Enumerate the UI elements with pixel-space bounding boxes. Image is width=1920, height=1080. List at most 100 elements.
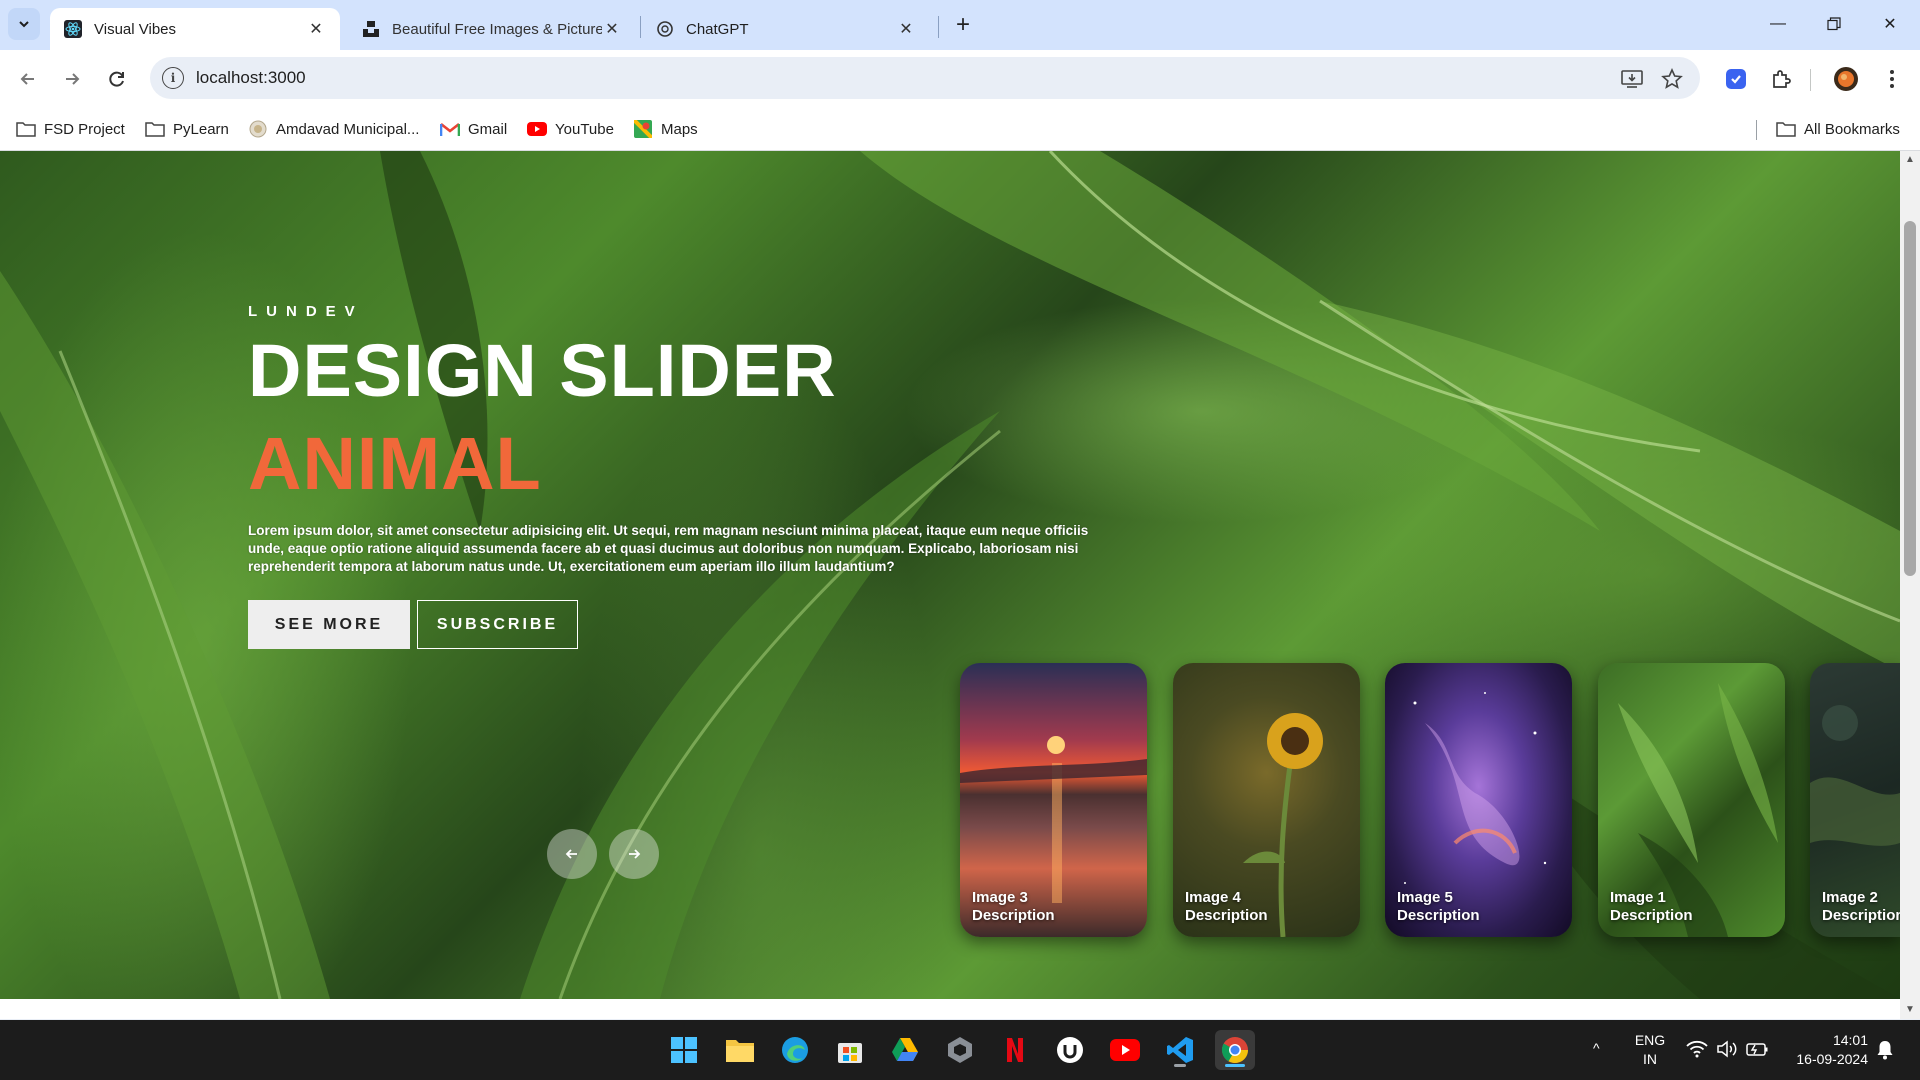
bookmark-label: Maps [661, 120, 698, 138]
bookmark-label: YouTube [555, 120, 614, 138]
thumbnail-caption: Image 4 Description [1185, 889, 1268, 925]
new-tab-button[interactable]: + [950, 11, 976, 38]
bookmark-maps[interactable]: Maps [633, 116, 698, 142]
google-drive-icon[interactable] [885, 1030, 925, 1070]
youtube-icon[interactable] [1105, 1030, 1145, 1070]
chatgpt-icon [656, 20, 674, 38]
slide-buttons: SEE MORE SUBSCRIBE [248, 600, 1108, 649]
thumbnail-title: Image 3 [972, 889, 1028, 906]
chrome-icon[interactable] [1215, 1030, 1255, 1070]
close-tab-icon[interactable]: ✕ [602, 19, 622, 39]
bookmark-gmail[interactable]: Gmail [440, 116, 507, 142]
restore-icon [1827, 17, 1841, 31]
site-info-icon[interactable]: i [162, 67, 184, 89]
clock-time: 14:01 [1832, 1032, 1868, 1048]
thumbnail-title: Image 1 [1610, 889, 1666, 906]
tab-title: Visual Vibes [94, 20, 177, 38]
file-explorer-icon[interactable] [720, 1030, 760, 1070]
restore-button[interactable] [1806, 0, 1862, 48]
udemy-icon[interactable] [1050, 1030, 1090, 1070]
reload-icon [109, 71, 124, 87]
clock[interactable]: 14:01 16-09-2024 [1780, 1031, 1868, 1069]
tab-unsplash[interactable]: Beautiful Free Images & Pictures ✕ [348, 8, 636, 50]
thumbnail-caption: Image 3 Description [972, 889, 1055, 925]
wifi-icon[interactable] [1686, 1040, 1708, 1063]
thumbnail-caption: Image 1 Description [1610, 889, 1693, 925]
extensions-puzzle-icon[interactable] [1765, 63, 1797, 95]
close-window-button[interactable]: ✕ [1862, 0, 1918, 48]
tab-chatgpt[interactable]: ChatGPT ✕ [642, 8, 930, 50]
battery-icon[interactable] [1746, 1041, 1768, 1062]
forward-button[interactable] [56, 63, 88, 95]
minimize-button[interactable]: — [1750, 0, 1806, 48]
url-text[interactable]: localhost:3000 [196, 68, 306, 88]
toolbar-divider [1810, 69, 1811, 91]
browser-toolbar: i localhost:3000 [0, 50, 1920, 108]
bookmark-label: Gmail [468, 120, 508, 138]
close-tab-icon[interactable]: ✕ [896, 19, 916, 39]
unity-icon[interactable] [940, 1030, 980, 1070]
author-label: LUNDEV [248, 303, 364, 320]
arrow-left-icon [565, 849, 577, 859]
bookmark-label: FSD Project [44, 120, 125, 138]
thumbnail-subtitle: Description [1397, 907, 1480, 924]
tab-separator [640, 16, 641, 38]
bookmark-pylearn[interactable]: PyLearn [145, 116, 229, 142]
thumbnail-card[interactable]: Image 1 Description [1598, 663, 1785, 937]
next-slide-button[interactable] [609, 829, 659, 879]
scroll-up-icon[interactable]: ▲ [1905, 155, 1915, 165]
slider-background-image: LUNDEV DESIGN SLIDER ANIMAL Lorem ipsum … [0, 151, 1900, 999]
see-more-button[interactable]: SEE MORE [248, 600, 410, 649]
folder-icon [145, 120, 165, 138]
profile-avatar[interactable] [1830, 63, 1862, 95]
volume-icon[interactable] [1716, 1040, 1738, 1063]
youtube-icon [527, 120, 547, 138]
all-bookmarks-label: All Bookmarks [1804, 120, 1900, 138]
slide-content: LUNDEV DESIGN SLIDER ANIMAL Lorem ipsum … [248, 303, 1108, 649]
bookmark-star-icon[interactable] [1660, 67, 1684, 91]
install-app-icon[interactable] [1620, 67, 1644, 91]
bookmarks-bar: FSD Project PyLearn Amdavad Municipal...… [0, 108, 1920, 151]
arrow-left-icon [20, 73, 34, 85]
extension-shield-icon[interactable] [1720, 63, 1752, 95]
scrollbar-thumb[interactable] [1904, 221, 1916, 576]
thumbnail-card[interactable]: Image 3 Description [960, 663, 1147, 937]
address-bar[interactable]: i localhost:3000 [150, 57, 1700, 99]
thumbnail-title: Image 4 [1185, 889, 1241, 906]
folder-icon [16, 120, 36, 138]
thumbnail-card[interactable]: Image 4 Description [1173, 663, 1360, 937]
close-tab-icon[interactable]: ✕ [306, 19, 326, 39]
chevron-down-icon [19, 21, 29, 28]
thumbnail-subtitle: Description [1822, 907, 1900, 924]
running-indicator [1174, 1064, 1186, 1067]
notification-bell-icon[interactable] [1876, 1040, 1894, 1065]
windows-start-icon[interactable] [664, 1030, 704, 1070]
scroll-down-icon[interactable]: ▼ [1905, 1005, 1915, 1015]
edge-icon[interactable] [775, 1030, 815, 1070]
amc-icon [248, 120, 268, 138]
bookmark-fsd-project[interactable]: FSD Project [16, 116, 125, 142]
tab-title: ChatGPT [686, 20, 749, 38]
slide-description: Lorem ipsum dolor, sit amet consectetur … [248, 523, 1089, 574]
vscode-icon[interactable] [1160, 1030, 1200, 1070]
tab-visual-vibes[interactable]: Visual Vibes ✕ [50, 8, 340, 50]
bookmark-amdavad-municipal[interactable]: Amdavad Municipal... [248, 116, 419, 142]
bookmark-youtube[interactable]: YouTube [527, 116, 614, 142]
netflix-icon[interactable] [995, 1030, 1035, 1070]
subscribe-button[interactable]: SUBSCRIBE [417, 600, 578, 649]
page-scrollbar[interactable]: ▲ ▼ [1900, 151, 1920, 1019]
thumbnail-card[interactable]: Image 2 Description [1810, 663, 1900, 937]
all-bookmarks-button[interactable]: All Bookmarks [1776, 116, 1900, 142]
region-code: IN [1643, 1051, 1657, 1067]
browser-menu-icon[interactable] [1876, 63, 1908, 95]
thumbnail-card[interactable]: Image 5 Description [1385, 663, 1572, 937]
language-indicator[interactable]: ENG IN [1628, 1031, 1672, 1069]
bookmarks-divider [1756, 120, 1757, 140]
back-button[interactable] [12, 63, 44, 95]
microsoft-store-icon[interactable] [830, 1030, 870, 1070]
tray-overflow-icon[interactable]: ^ [1593, 1040, 1600, 1056]
reload-button[interactable] [101, 63, 133, 95]
prev-slide-button[interactable] [547, 829, 597, 879]
tab-search-button[interactable] [8, 8, 40, 40]
folder-icon [1776, 120, 1796, 138]
